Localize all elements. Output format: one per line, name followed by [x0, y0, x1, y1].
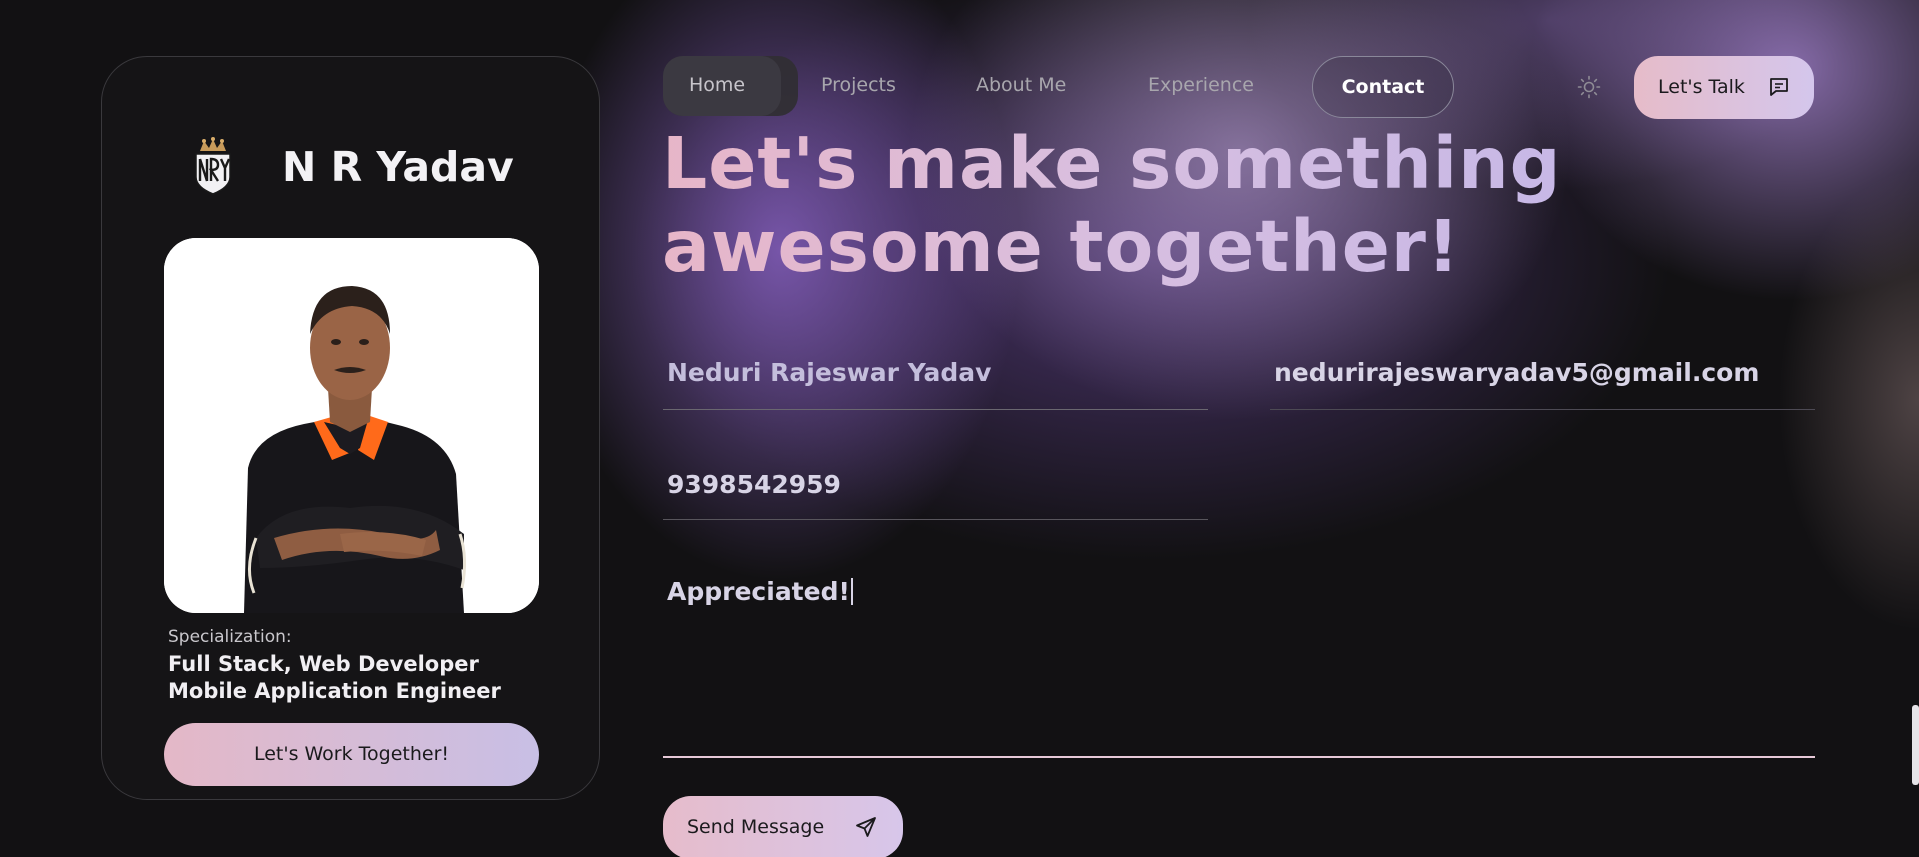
nav-item-contact[interactable]: Contact	[1312, 56, 1454, 118]
text-caret	[850, 578, 853, 605]
message-textarea[interactable]: Appreciated!	[667, 577, 853, 606]
page-scrollbar[interactable]	[1912, 705, 1919, 785]
nav-item-projects[interactable]: Projects	[821, 74, 896, 96]
nry-crown-shield-icon	[195, 137, 231, 195]
phone-field[interactable]: 9398542959	[667, 470, 841, 499]
specialization-label: Specialization:	[168, 627, 292, 647]
paper-plane-icon	[856, 817, 876, 837]
work-together-button[interactable]: Let's Work Together!	[164, 723, 539, 786]
portrait-photo	[164, 238, 539, 613]
send-message-button[interactable]: Send Message	[663, 796, 903, 857]
profile-card: N R Yadav Specialization: Full Stack, We…	[101, 56, 600, 800]
send-message-label: Send Message	[687, 816, 825, 838]
headline-line-1: Let's make something	[662, 122, 1562, 205]
specialization-line-1: Full Stack, Web Developer	[168, 652, 479, 676]
message-field-underline	[663, 756, 1815, 758]
sun-icon[interactable]	[1577, 75, 1601, 99]
brand-name: N R Yadav	[282, 143, 514, 191]
chat-bubble-icon	[1770, 78, 1788, 96]
lets-talk-label: Let's Talk	[1658, 76, 1745, 98]
email-field-underline	[1270, 409, 1815, 410]
headline-line-2: awesome together!	[662, 205, 1461, 288]
nav-item-about-me[interactable]: About Me	[976, 74, 1066, 96]
contact-headline: Let's make something awesome together!	[662, 122, 1562, 288]
message-text: Appreciated!	[667, 577, 850, 606]
lets-talk-button[interactable]: Let's Talk	[1634, 56, 1814, 119]
email-field[interactable]: nedurirajeswaryadav5@gmail.com	[1274, 358, 1759, 387]
name-field-underline	[663, 409, 1208, 410]
nav-item-home[interactable]: Home	[689, 74, 745, 96]
name-field[interactable]: Neduri Rajeswar Yadav	[667, 358, 991, 387]
specialization-line-2: Mobile Application Engineer	[168, 679, 501, 703]
nav-item-experience[interactable]: Experience	[1148, 74, 1254, 96]
phone-field-underline	[663, 519, 1208, 520]
